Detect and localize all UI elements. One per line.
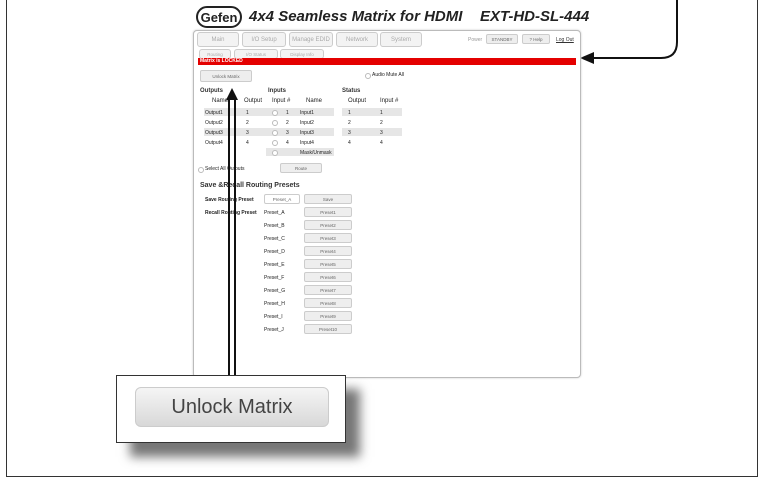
row-output-name: Output2 bbox=[205, 120, 223, 126]
web-ui-panel bbox=[193, 30, 581, 378]
recall-preset-button[interactable]: Preset1 bbox=[304, 207, 352, 217]
recall-preset-button[interactable]: Preset2 bbox=[304, 220, 352, 230]
unlock-matrix-button[interactable]: Unlock Matrix bbox=[200, 70, 252, 82]
col-input-name: Name bbox=[306, 98, 323, 104]
route-button[interactable]: Route bbox=[280, 163, 322, 173]
col-status-output: Output bbox=[348, 98, 367, 104]
row-output-name: Output4 bbox=[205, 140, 223, 146]
mask-radio[interactable] bbox=[272, 150, 278, 156]
preset-name: Preset_A bbox=[264, 210, 285, 216]
recall-preset-button[interactable]: Preset10 bbox=[304, 324, 352, 334]
col-status-input: Input # bbox=[380, 98, 399, 104]
preset-name: Preset_H bbox=[264, 301, 285, 307]
status-heading: Status bbox=[342, 88, 361, 94]
preset-name: Preset_C bbox=[264, 236, 285, 242]
row-status-output: 2 bbox=[348, 120, 351, 126]
row-status-input: 4 bbox=[380, 140, 383, 146]
recall-preset-button[interactable]: Preset7 bbox=[304, 285, 352, 295]
row-status-input: 1 bbox=[380, 110, 383, 116]
tab-network[interactable]: Network bbox=[336, 32, 378, 47]
product-title: 4x4 Seamless Matrix for HDMI bbox=[249, 8, 463, 25]
row-input-num: 2 bbox=[286, 120, 289, 126]
unlock-matrix-callout-button: Unlock Matrix bbox=[135, 387, 329, 427]
save-button[interactable]: Save bbox=[304, 194, 352, 204]
preset-name: Preset_B bbox=[264, 223, 285, 229]
row-input-name: Input3 bbox=[300, 130, 314, 136]
row-input-num: 1 bbox=[286, 110, 289, 116]
input-radio[interactable] bbox=[272, 130, 278, 136]
col-output: Output bbox=[244, 98, 263, 104]
row-status-input: 3 bbox=[380, 130, 383, 136]
preset-name: Preset_J bbox=[264, 327, 284, 333]
row-output-num: 4 bbox=[246, 140, 249, 146]
row-status-output: 3 bbox=[348, 130, 351, 136]
callout-pointer-icon bbox=[226, 88, 238, 376]
tab-io-setup[interactable]: I/O Setup bbox=[242, 32, 286, 47]
row-status-input: 2 bbox=[380, 120, 383, 126]
tab-manage-edid[interactable]: Manage EDID bbox=[289, 32, 333, 47]
power-label: Power bbox=[468, 37, 483, 43]
recall-preset-button[interactable]: Preset9 bbox=[304, 311, 352, 321]
status-row bbox=[342, 128, 402, 136]
row-status-output: 4 bbox=[348, 140, 351, 146]
audio-mute-label: Audio Mute All bbox=[372, 72, 404, 78]
recall-preset-button[interactable]: Preset4 bbox=[304, 246, 352, 256]
mask-unmask-label: Mask/Unmask bbox=[300, 150, 332, 156]
audio-mute-radio[interactable] bbox=[365, 73, 371, 79]
row-status-output: 1 bbox=[348, 110, 351, 116]
preset-name: Preset_D bbox=[264, 249, 285, 255]
pointer-arrow-icon bbox=[580, 0, 678, 64]
logout-link[interactable]: Log Out bbox=[556, 37, 574, 43]
status-banner-text: Matrix is LOCKED bbox=[200, 58, 243, 64]
recall-preset-button[interactable]: Preset5 bbox=[304, 259, 352, 269]
row-output-num: 1 bbox=[246, 110, 249, 116]
row-input-name: Input1 bbox=[300, 110, 314, 116]
recall-preset-button[interactable]: Preset6 bbox=[304, 272, 352, 282]
row-input-num: 3 bbox=[286, 130, 289, 136]
model-number: EXT-HD-SL-444 bbox=[480, 8, 590, 25]
row-output-num: 2 bbox=[246, 120, 249, 126]
standby-button[interactable]: STANDBY bbox=[486, 34, 518, 44]
row-input-name: Input2 bbox=[300, 120, 314, 126]
presets-heading: Save &Recall Routing Presets bbox=[200, 182, 300, 189]
recall-preset-button[interactable]: Preset3 bbox=[304, 233, 352, 243]
row-input-name: Input4 bbox=[300, 140, 314, 146]
inputs-heading: Inputs bbox=[268, 88, 286, 94]
row-output-num: 3 bbox=[246, 130, 249, 136]
preset-name: Preset_E bbox=[264, 262, 285, 268]
input-radio[interactable] bbox=[272, 120, 278, 126]
row-output-name: Output3 bbox=[205, 130, 223, 136]
preset-name: Preset_G bbox=[264, 288, 286, 294]
row-input-num: 4 bbox=[286, 140, 289, 146]
col-input-num: Input # bbox=[272, 98, 291, 104]
select-all-radio[interactable] bbox=[198, 167, 204, 173]
recall-preset-button[interactable]: Preset8 bbox=[304, 298, 352, 308]
input-radio[interactable] bbox=[272, 110, 278, 116]
row-output-name: Output1 bbox=[205, 110, 223, 116]
preset-name: Preset_F bbox=[264, 275, 285, 281]
preset-name-input[interactable]: Preset_A bbox=[264, 194, 300, 204]
outputs-heading: Outputs bbox=[200, 88, 223, 94]
status-row bbox=[342, 108, 402, 116]
gefen-logo: Gefen bbox=[196, 6, 242, 28]
input-radio[interactable] bbox=[272, 140, 278, 146]
help-button[interactable]: ? Help bbox=[522, 34, 550, 44]
preset-name: Preset_I bbox=[264, 314, 283, 320]
tab-system[interactable]: System bbox=[380, 32, 422, 47]
tab-main[interactable]: Main bbox=[197, 32, 239, 47]
status-banner: Matrix is LOCKED bbox=[198, 58, 576, 65]
